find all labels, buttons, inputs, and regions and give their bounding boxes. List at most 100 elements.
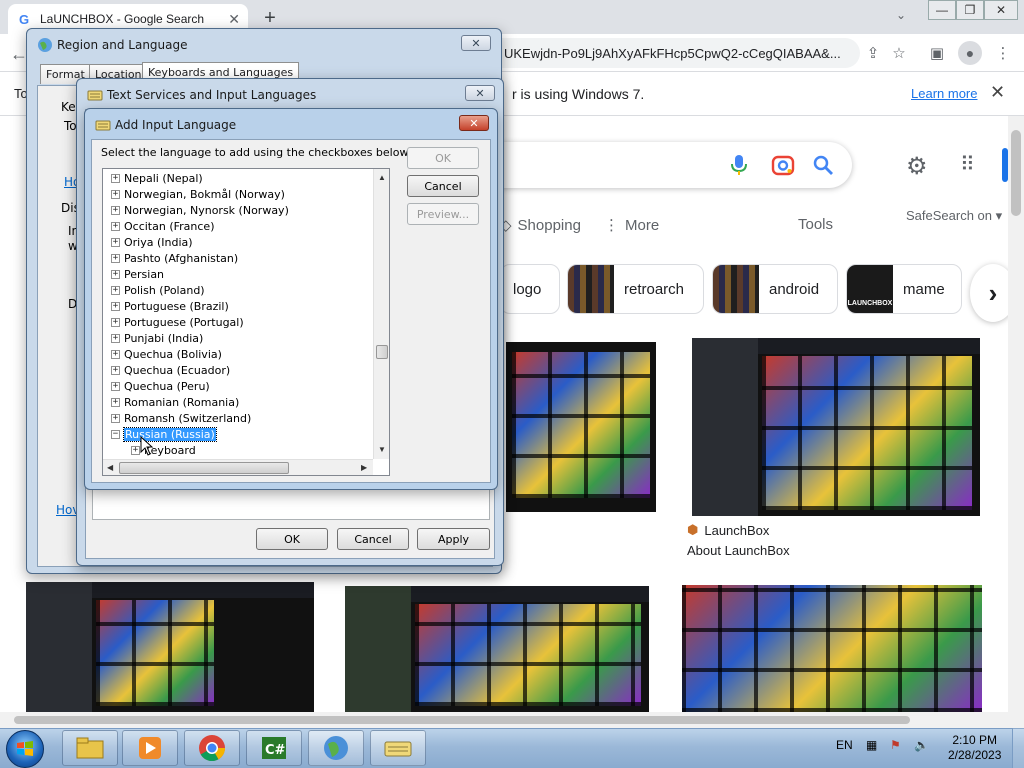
expand-plus-icon[interactable]: + (111, 173, 120, 183)
expand-plus-icon[interactable]: + (111, 221, 120, 231)
taskbar-keyboard-button[interactable] (370, 730, 426, 766)
add-input-ok-button[interactable]: OK (407, 147, 479, 169)
google-search-box[interactable] (490, 142, 852, 188)
image-result[interactable] (506, 342, 656, 512)
tree-vertical-scroll-thumb[interactable] (376, 345, 388, 359)
language-tree[interactable]: + Nepali (Nepal) + Norwegian, Bokmål (Norwa… (102, 168, 390, 476)
close-window-button[interactable]: ✕ (984, 0, 1018, 20)
tree-item-language[interactable]: + Nepali (Nepal) (111, 170, 203, 186)
menu-kebab-icon[interactable]: ⋮ (992, 42, 1014, 64)
tree-item-language[interactable]: + Oriya (India) (111, 234, 193, 250)
search-icon[interactable] (812, 154, 834, 176)
image-result-launchbox[interactable] (692, 338, 980, 516)
side-panel-icon[interactable]: ▣ (926, 42, 948, 64)
google-apps-grid-icon[interactable]: ⠿ (960, 152, 975, 177)
text-services-ok-button[interactable]: OK (256, 528, 328, 550)
expand-plus-icon[interactable]: + (111, 365, 120, 375)
expand-plus-icon[interactable]: + (111, 269, 120, 279)
taskbar-chrome-button[interactable] (184, 730, 240, 766)
image-result[interactable] (345, 586, 649, 712)
tab-search-chevron-icon[interactable]: ⌄ (896, 8, 906, 22)
taskbar-clock[interactable]: 2:10 PM 2/28/2023 (948, 733, 1001, 763)
taskbar-media-player-button[interactable] (122, 730, 178, 766)
profile-avatar-icon[interactable]: ● (958, 41, 982, 65)
tree-item-language[interactable]: + Romansh (Switzerland) (111, 410, 251, 426)
bookmark-star-icon[interactable]: ☆ (888, 42, 910, 64)
region-close-button[interactable]: ✕ (461, 35, 491, 51)
page-vertical-scroll-thumb[interactable] (1011, 130, 1021, 216)
expand-plus-icon[interactable]: + (111, 317, 120, 327)
language-indicator[interactable]: EN (836, 738, 853, 752)
tree-item-language[interactable]: + Portuguese (Portugal) (111, 314, 244, 330)
tree-item-language[interactable]: + Pashto (Afghanistan) (111, 250, 238, 266)
tree-item-language[interactable]: + Romanian (Romania) (111, 394, 239, 410)
chip-logo[interactable]: logo (500, 264, 560, 314)
add-input-preview-button[interactable]: Preview... (407, 203, 479, 225)
tree-vertical-scrollbar[interactable]: ▲ ▼ (373, 169, 389, 459)
tab-shopping[interactable]: ◇ Shopping (500, 216, 581, 235)
collapse-minus-icon[interactable]: − (111, 429, 120, 439)
google-lens-icon[interactable] (771, 154, 795, 176)
settings-gear-icon[interactable]: ⚙ (906, 152, 928, 181)
network-icon[interactable]: ▦ (866, 738, 877, 752)
expand-plus-icon[interactable]: + (111, 381, 120, 391)
learn-more-link[interactable]: Learn more (911, 86, 977, 101)
share-icon[interactable]: ⇪ (862, 42, 884, 64)
taskbar-explorer-button[interactable] (62, 730, 118, 766)
tree-item-language[interactable]: + Portuguese (Brazil) (111, 298, 229, 314)
scroll-up-arrow-icon[interactable]: ▲ (378, 173, 386, 182)
scroll-down-arrow-icon[interactable]: ▼ (378, 445, 386, 454)
tab-close-icon[interactable]: ✕ (228, 11, 240, 28)
image-result[interactable] (682, 585, 982, 712)
restore-button[interactable]: ❐ (956, 0, 984, 20)
taskbar-csharp-button[interactable]: C# (246, 730, 302, 766)
tree-item-language[interactable]: + Polish (Poland) (111, 282, 205, 298)
chip-retroarch[interactable]: retroarch (567, 264, 704, 314)
show-desktop-button[interactable] (1012, 728, 1024, 768)
tree-item-language[interactable]: − Russian (Russia) (111, 426, 217, 442)
tree-item-language[interactable]: + Quechua (Ecuador) (111, 362, 230, 378)
tree-item-language[interactable]: + Persian (111, 266, 164, 282)
new-tab-button[interactable]: + (258, 6, 282, 30)
page-horizontal-scroll-thumb[interactable] (14, 716, 910, 724)
expand-plus-icon[interactable]: + (111, 301, 120, 311)
start-button[interactable] (6, 730, 44, 768)
microphone-icon[interactable] (730, 154, 748, 176)
expand-plus-icon[interactable]: + (111, 413, 120, 423)
image-result[interactable] (26, 582, 314, 712)
action-center-flag-icon[interactable]: ⚑ (890, 738, 901, 752)
expand-plus-icon[interactable]: + (111, 333, 120, 343)
expand-plus-icon[interactable]: + (111, 189, 120, 199)
chip-mame[interactable]: LAUNCHBOX mame (846, 264, 962, 314)
scroll-left-arrow-icon[interactable]: ◀ (107, 463, 113, 472)
result-title[interactable]: About LaunchBox (687, 543, 790, 558)
infobar-close-icon[interactable]: ✕ (990, 82, 1005, 103)
tools-button[interactable]: Tools (798, 216, 833, 233)
tree-item-language[interactable]: + Norwegian, Bokmål (Norway) (111, 186, 285, 202)
text-services-close-button[interactable]: ✕ (465, 85, 495, 101)
tree-item-language[interactable]: + Occitan (France) (111, 218, 215, 234)
tree-item-language[interactable]: + Punjabi (India) (111, 330, 203, 346)
add-input-close-button[interactable]: ✕ (459, 115, 489, 131)
tab-more[interactable]: ⋮ More (604, 216, 659, 235)
address-bar[interactable]: UKEwjdn-Po9Lj9AhXyAFkFHcp5CpwQ2-cCegQIAB… (490, 38, 860, 68)
expand-plus-icon[interactable]: + (111, 253, 120, 263)
scroll-right-arrow-icon[interactable]: ▶ (361, 463, 367, 472)
tree-item-language[interactable]: + Quechua (Peru) (111, 378, 210, 394)
volume-icon[interactable]: 🔈 (914, 738, 929, 752)
expand-plus-icon[interactable]: + (111, 349, 120, 359)
expand-plus-icon[interactable]: + (111, 237, 120, 247)
text-services-cancel-button[interactable]: Cancel (337, 528, 409, 550)
text-services-apply-button[interactable]: Apply (417, 528, 490, 550)
add-input-cancel-button[interactable]: Cancel (407, 175, 479, 197)
safesearch-dropdown[interactable]: SafeSearch on ▾ (906, 208, 1002, 224)
chip-android[interactable]: android (712, 264, 838, 314)
result-source[interactable]: ⬢ LaunchBox (687, 522, 769, 538)
expand-plus-icon[interactable]: + (111, 285, 120, 295)
tree-item-language[interactable]: + Norwegian, Nynorsk (Norway) (111, 202, 289, 218)
minimize-button[interactable]: — (928, 0, 956, 20)
expand-plus-icon[interactable]: + (111, 205, 120, 215)
expand-plus-icon[interactable]: + (131, 445, 140, 455)
expand-plus-icon[interactable]: + (111, 397, 120, 407)
tree-horizontal-scroll-thumb[interactable] (119, 462, 289, 474)
